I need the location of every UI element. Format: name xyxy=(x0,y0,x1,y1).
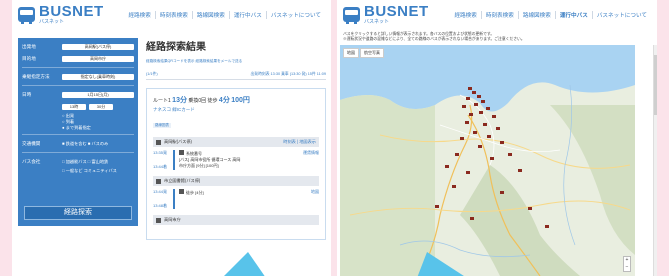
results-title: 経路探索結果 xyxy=(146,42,206,53)
brand-sub: バスネット xyxy=(39,19,65,25)
nav-route-map[interactable]: 路線図検索 xyxy=(517,11,555,19)
map-link[interactable]: 地図 xyxy=(311,189,319,209)
date-label: 日時 xyxy=(22,91,32,97)
search-form: 出発地 高岡駅(バス停) 目的地 高岡市庁 乗継指定方法 指定なし(乗車時刻) … xyxy=(18,38,138,226)
to-label: 目的地 xyxy=(22,55,36,61)
condition-label: 乗継指定方法 xyxy=(22,73,50,79)
stop-links[interactable]: 時刻表 | 地図表示 xyxy=(283,139,316,145)
route-tag[interactable]: 路線図表 xyxy=(153,123,171,128)
logo[interactable]: BUSNET バスネット xyxy=(18,4,104,25)
route-summary: ルート1 13分 乗換0回 徒歩 4分 100円 xyxy=(153,97,250,104)
nav-about[interactable]: バスネットについて xyxy=(265,11,325,19)
scrollbar[interactable] xyxy=(653,45,657,276)
transport-options[interactable]: ■ 鉄道を含む ■ バスのみ xyxy=(62,141,108,147)
to-input[interactable]: 高岡市庁 xyxy=(62,55,134,62)
result-count: (1/1件) xyxy=(146,72,158,76)
brand-sub: バスネット xyxy=(364,19,390,25)
live-bus-panel: BUSNET バスネット 経路検索 時刻表検索 路線図検索 運行中バス バスネッ… xyxy=(337,0,657,276)
leg-walk: 13:44発 13:48着 徒歩 [4分] 地図 xyxy=(153,189,319,209)
nav-route-search[interactable]: 経路検索 xyxy=(124,11,154,19)
top-nav: 経路検索 時刻表検索 路線図検索 運行中バス バスネットについて xyxy=(124,11,325,19)
bus-icon xyxy=(179,150,184,155)
zoom-in-button[interactable]: + xyxy=(624,257,630,264)
company-options-2[interactable]: □ 一般など コミュニティバス xyxy=(22,168,134,174)
map-instructions: バスをクリックすると詳しい情報が表示されます。各バスの位置および状態の更新です。… xyxy=(343,32,525,41)
route-card: ルート1 13分 乗換0回 徒歩 4分 100円 ナネスコ 緑ICカード 路線図… xyxy=(146,88,326,240)
leg-bus: 13:35発 13:44着 系統番号 [バス] 高岡市役所 循環コース 高岡 市… xyxy=(153,150,319,170)
nav-timetable[interactable]: 時刻表検索 xyxy=(154,11,192,19)
route-walk: 4分 xyxy=(218,97,230,104)
zoom-control: + − xyxy=(623,256,631,272)
stop-destination: 高岡市庁 xyxy=(153,215,319,225)
route-fare: 100円 xyxy=(231,97,250,104)
results: 経路探索結果 経路検索結果QRコードを表示 経路検索結果をメールで送る (1/1… xyxy=(146,38,326,240)
scrollbar-thumb[interactable] xyxy=(654,55,657,115)
tab-map[interactable]: 地図 xyxy=(343,48,359,58)
route-subtitle[interactable]: ナネスコ 緑ICカード xyxy=(153,107,319,113)
zoom-out-button[interactable]: − xyxy=(624,264,630,271)
map-type-tabs: 地図 航空写真 xyxy=(343,48,384,58)
transport-label: 交通機関 xyxy=(22,140,41,146)
bus-location-map[interactable]: 地図 航空写真 + − xyxy=(340,45,635,276)
bus-icon xyxy=(343,7,360,24)
from-label: 出発地 xyxy=(22,43,36,49)
stop-transfer: 市立図書館(バス停) xyxy=(153,176,319,186)
header: BUSNET バスネット 経路検索 時刻表検索 路線図検索 運行中バス バスネッ… xyxy=(12,0,331,30)
brand-name: BUSNET xyxy=(39,3,104,20)
nav-timetable[interactable]: 時刻表検索 xyxy=(480,11,518,19)
nav-route-search[interactable]: 経路検索 xyxy=(450,11,480,19)
bus-stop-icon xyxy=(156,178,161,184)
hour-select[interactable]: 13時 xyxy=(62,103,86,110)
nav-live-bus[interactable]: 運行中バス xyxy=(554,11,592,19)
route-search-panel: BUSNET バスネット 経路検索 時刻表検索 路線図検索 運行中バス バスネッ… xyxy=(12,0,331,276)
nav-route-map[interactable]: 路線図検索 xyxy=(191,11,229,19)
header: BUSNET バスネット 経路検索 時刻表検索 路線図検索 運行中バス バスネッ… xyxy=(337,0,657,30)
destination-icon xyxy=(156,217,161,223)
company-options[interactable]: □ 加越能バス □ 富山地鉄 xyxy=(62,159,108,165)
top-nav: 経路検索 時刻表検索 路線図検索 運行中バス バスネットについて xyxy=(450,11,651,19)
pointer-arrow-left xyxy=(224,252,265,276)
time-option-by[interactable]: ● まで到着指定 xyxy=(62,125,134,131)
map-graphic xyxy=(340,45,635,276)
nav-live-bus[interactable]: 運行中バス xyxy=(228,11,266,19)
nav-about[interactable]: バスネットについて xyxy=(591,11,651,19)
bus-stop-icon xyxy=(156,139,161,145)
result-condition[interactable]: 出発時刻表 13:30 乗車 (13:30 発) 15件 11:09 xyxy=(251,72,326,77)
date-select[interactable]: 1月15日(月) xyxy=(62,91,134,98)
tab-satellite[interactable]: 航空写真 xyxy=(360,48,384,58)
route-duration: 13分 xyxy=(172,97,187,104)
stop-origin: 高岡駅(バス停) 時刻表 | 地図表示 xyxy=(153,137,319,147)
results-bar: (1/1件) 出発時刻表 13:30 乗車 (13:30 発) 15件 11:0… xyxy=(146,72,326,80)
fare-link[interactable]: 運賃情報 xyxy=(303,150,319,170)
minute-select[interactable]: 30分 xyxy=(89,103,113,110)
from-input[interactable]: 高岡駅(バス停) xyxy=(62,43,134,50)
walk-icon xyxy=(179,189,184,194)
brand-name: BUSNET xyxy=(364,3,429,20)
bus-icon xyxy=(18,7,35,24)
condition-select[interactable]: 指定なし(乗車時刻) xyxy=(62,73,134,80)
logo[interactable]: BUSNET バスネット xyxy=(343,4,429,25)
results-links[interactable]: 経路検索結果QRコードを表示 経路検索結果をメールで送る xyxy=(146,59,326,64)
company-label: バス会社 xyxy=(22,158,41,164)
route-search-button[interactable]: 経路探索 xyxy=(24,206,132,220)
